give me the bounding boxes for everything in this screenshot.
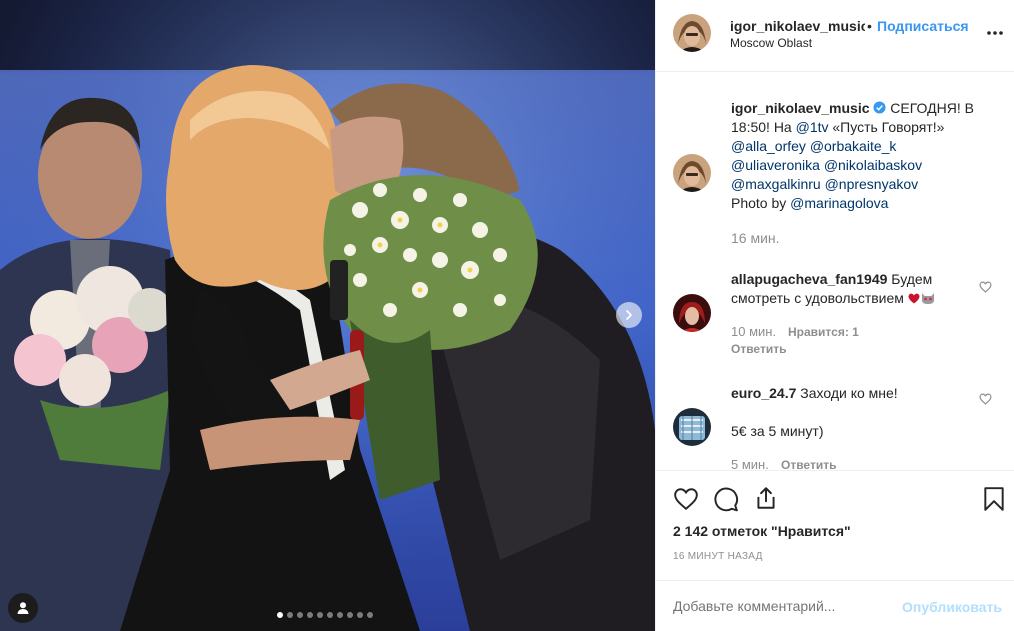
caption-line-1: igor_nikolaev_music СЕГОДНЯ! В (731, 99, 1001, 118)
comment-2-reply-button[interactable]: Ответить (781, 458, 836, 470)
commenter-username[interactable]: allapugacheva_fan1949 (731, 271, 887, 287)
post-photo[interactable] (0, 0, 655, 631)
caption-line-6: Photo by @marinagolova (731, 194, 888, 213)
comment-text: Заходи ко мне! (796, 385, 898, 401)
comment-2-line-2: 5€ за 5 минут) (731, 423, 824, 439)
comment-2-like-button[interactable] (979, 392, 992, 410)
user-icon (17, 602, 29, 614)
carousel-dot (357, 612, 363, 618)
mention-link[interactable]: @alla_orfey (731, 138, 806, 154)
mention-link[interactable]: @uliaveronika (731, 157, 820, 173)
commenter-avatar[interactable] (673, 408, 711, 446)
caption-text: «Пусть Говорят!» (828, 119, 945, 135)
post-side-panel: igor_nikolaev_music • Подписаться Moscow… (655, 0, 1014, 631)
share-button[interactable] (753, 485, 779, 516)
post-header: igor_nikolaev_music • Подписаться Moscow… (656, 0, 1014, 72)
carousel-dot (287, 612, 293, 618)
photo-scene (0, 0, 655, 631)
like-button[interactable] (673, 487, 699, 516)
comment-2-time[interactable]: 5 мин. (731, 457, 769, 470)
next-photo-button[interactable] (616, 302, 642, 328)
mention-link[interactable]: @orbakaite_k (810, 138, 897, 154)
heart-eyes-cat-emoji-icon (921, 293, 934, 304)
carousel-dot (297, 612, 303, 618)
comment-1-like-button[interactable] (979, 280, 992, 298)
carousel-indicator (277, 612, 373, 618)
commenter-avatar[interactable] (673, 294, 711, 332)
bookmark-icon (984, 487, 1004, 511)
heart-icon (979, 393, 992, 405)
carousel-dot (317, 612, 323, 618)
verified-badge-icon (873, 101, 886, 114)
comment-text: Будем (887, 271, 933, 287)
carousel-dot (277, 612, 283, 618)
comment-1-line-2: смотреть с удовольствием (731, 289, 935, 308)
caption-text: Photo by (731, 195, 791, 211)
caption-author-avatar[interactable] (673, 154, 711, 192)
carousel-dot (307, 612, 313, 618)
commenter-username[interactable]: euro_24.7 (731, 385, 796, 401)
comment-input[interactable] (673, 598, 893, 614)
red-heart-emoji-icon (908, 293, 920, 304)
carousel-dot (367, 612, 373, 618)
mention-link[interactable]: @1tv (796, 119, 829, 135)
share-icon (757, 487, 775, 509)
add-comment-bar: Опубликовать (656, 580, 1014, 631)
comment-1-reply-button[interactable]: Ответить (731, 342, 786, 356)
caption-line-5: @maxgalkinru @npresnyakov (731, 175, 918, 194)
caption-time[interactable]: 16 мин. (731, 230, 780, 246)
comment-text: смотреть с удовольствием (731, 290, 908, 306)
carousel-dot (337, 612, 343, 618)
mention-link[interactable]: @nikolaibaskov (824, 157, 922, 173)
carousel-dot (327, 612, 333, 618)
caption-username[interactable]: igor_nikolaev_music (731, 100, 870, 116)
heart-icon (979, 281, 992, 293)
comment-button[interactable] (713, 486, 739, 517)
author-username[interactable]: igor_nikolaev_music (730, 18, 865, 34)
more-options-icon[interactable] (986, 20, 1004, 41)
likes-count[interactable]: 2 142 отметок "Нравится" (673, 523, 851, 539)
comment-2-line-1: euro_24.7 Заходи ко мне! (731, 384, 898, 403)
comment-emoji (908, 290, 935, 306)
post-location[interactable]: Moscow Oblast (730, 36, 812, 50)
mention-link[interactable]: @npresnyakov (825, 176, 919, 192)
chevron-right-icon (626, 310, 632, 320)
caption-line-2: 18:50! На @1tv «Пусть Говорят!» (731, 118, 944, 137)
comment-1-time[interactable]: 10 мин. (731, 324, 776, 339)
save-button[interactable] (983, 486, 1005, 517)
instagram-post: igor_nikolaev_music • Подписаться Moscow… (0, 0, 1014, 631)
caption-text: 18:50! На (731, 119, 796, 135)
comment-1-likes[interactable]: Нравится: 1 (788, 325, 859, 339)
follow-button[interactable]: Подписаться (877, 18, 969, 34)
caption-line-3: @alla_orfey @orbakaite_k (731, 137, 896, 156)
publish-button[interactable]: Опубликовать (902, 599, 1002, 615)
mention-link[interactable]: @maxgalkinru (731, 176, 821, 192)
comment-1-line-1: allapugacheva_fan1949 Будем (731, 270, 932, 289)
separator-bullet: • (867, 18, 872, 34)
carousel-dot (347, 612, 353, 618)
comments-list[interactable]: igor_nikolaev_music СЕГОДНЯ! В 18:50! На… (656, 72, 1014, 470)
author-avatar[interactable] (673, 14, 711, 52)
post-timestamp[interactable]: 16 МИНУТ НАЗАД (673, 551, 763, 562)
heart-icon (674, 488, 698, 511)
tagged-users-button[interactable] (8, 593, 38, 623)
caption-line-4: @uliaveronika @nikolaibaskov (731, 156, 922, 175)
caption-text-start: СЕГОДНЯ! В (886, 100, 974, 116)
post-actions: 2 142 отметок "Нравится" 16 МИНУТ НАЗАД (656, 470, 1014, 580)
mention-link[interactable]: @marinagolova (790, 195, 888, 211)
comment-icon (714, 487, 738, 512)
